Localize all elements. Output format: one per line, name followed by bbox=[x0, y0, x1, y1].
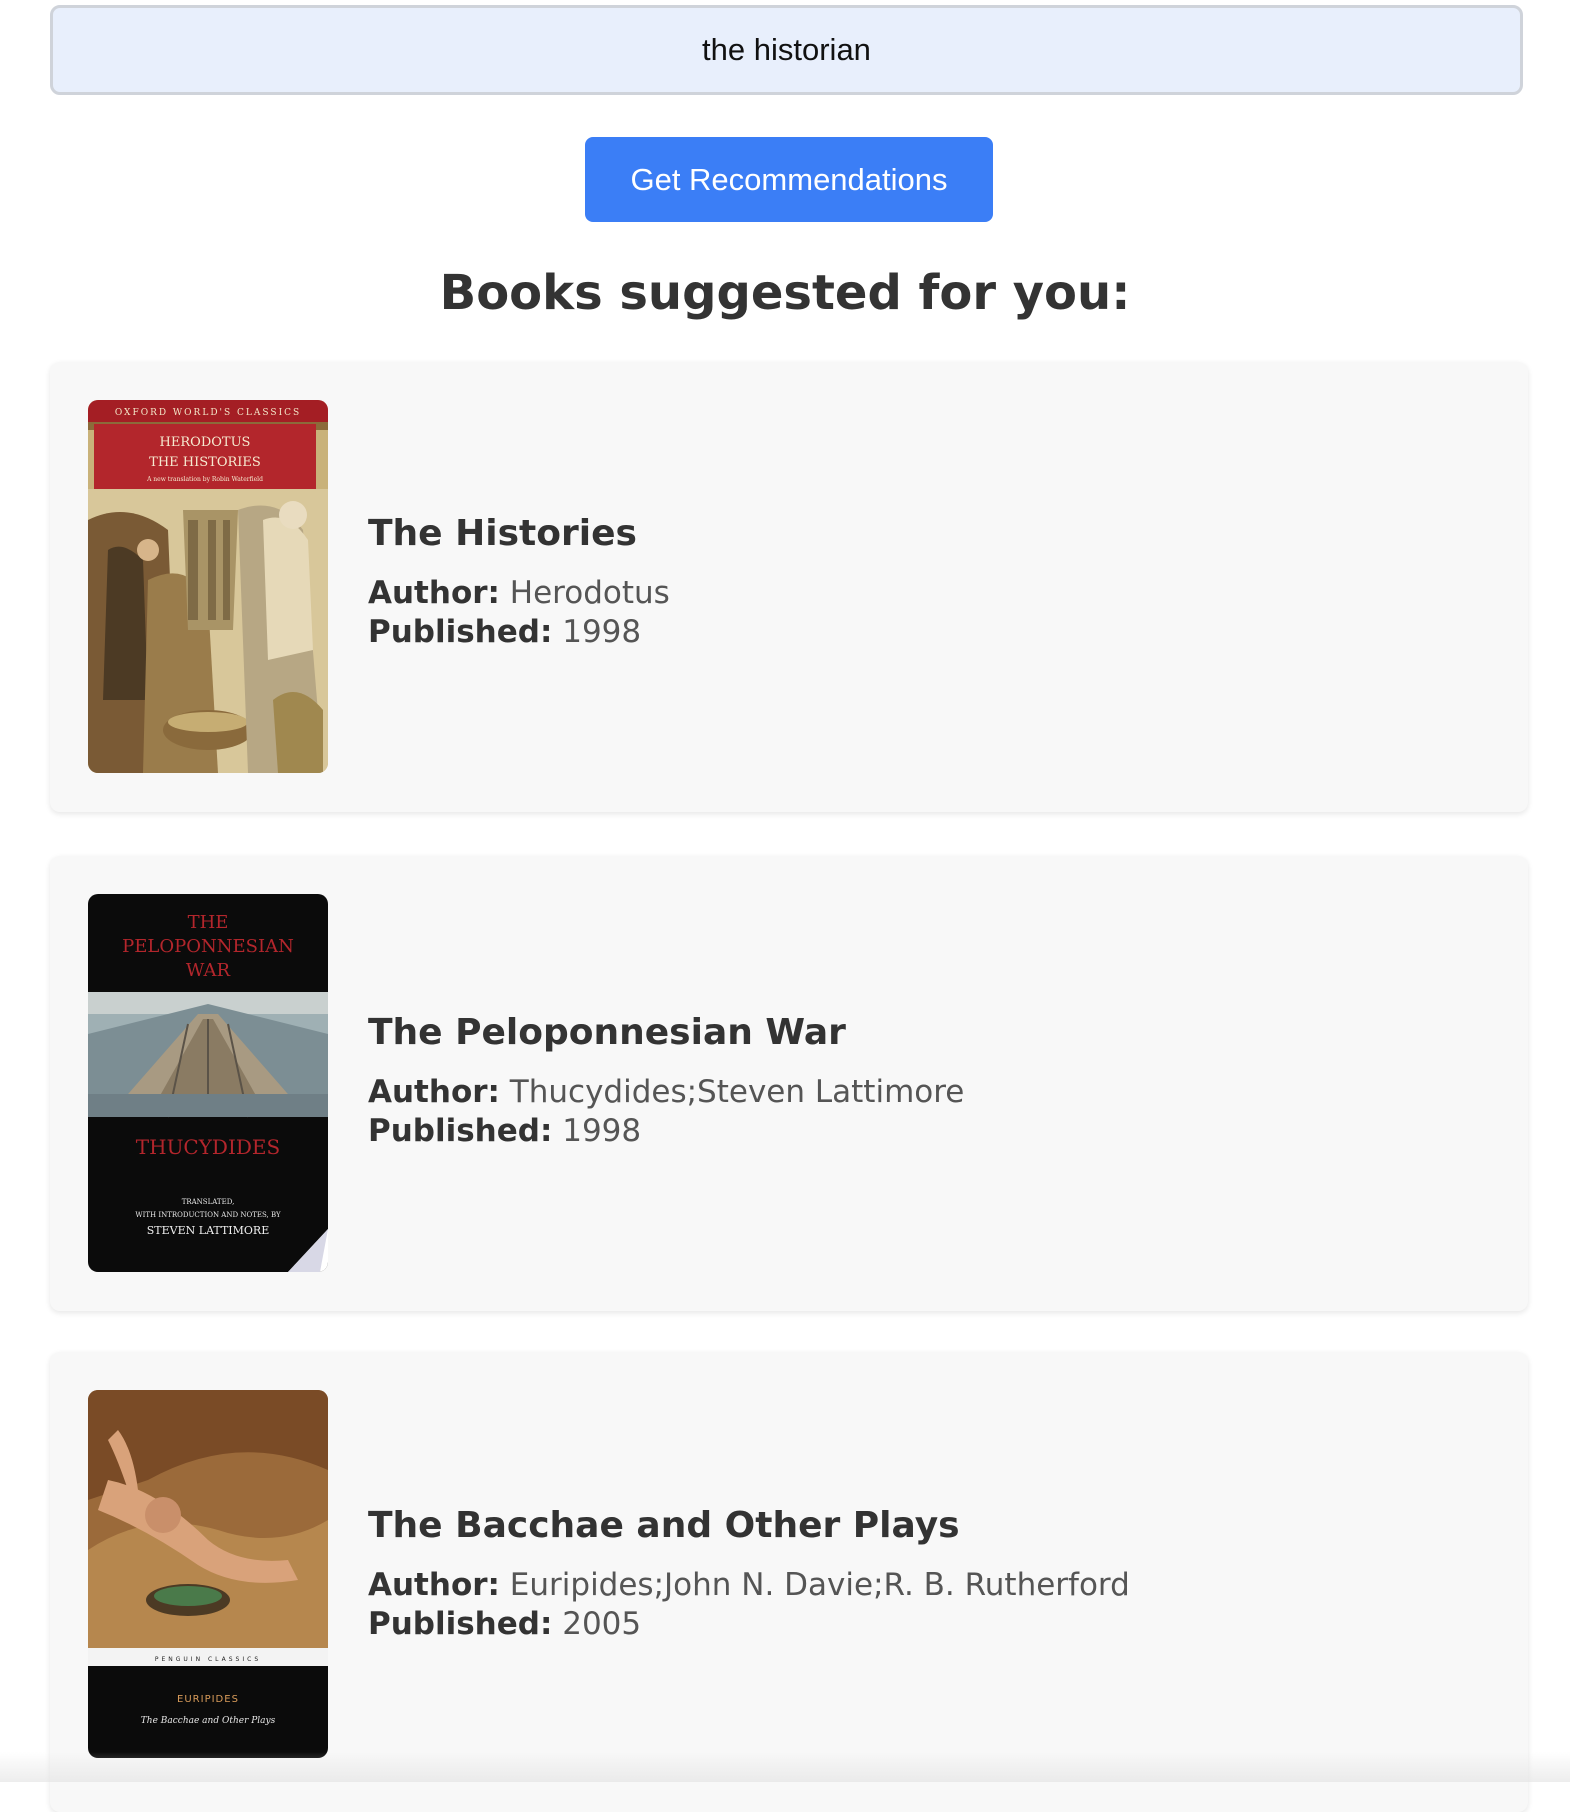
cover-credit-line2: WITH INTRODUCTION AND NOTES, BY bbox=[135, 1211, 281, 1219]
book-info: The Peloponnesian War Author: Thucydides… bbox=[368, 1011, 964, 1151]
histories-cover-art: OXFORD WORLD'S CLASSICS HERODOTUS THE HI… bbox=[88, 400, 328, 773]
bottom-fade bbox=[0, 1752, 1570, 1782]
book-published-line: Published: 1998 bbox=[368, 1112, 964, 1151]
book-card: THE PELOPONNESIAN WAR THUCYDIDES TRANSLA… bbox=[50, 856, 1528, 1311]
cover-credit-line3: STEVEN LATTIMORE bbox=[147, 1224, 269, 1237]
cover-title-text: The Bacchae and Other Plays bbox=[141, 1716, 276, 1726]
bacchae-cover-art: PENGUIN CLASSICS EURIPIDES The Bacchae a… bbox=[88, 1390, 328, 1758]
cover-series-text: OXFORD WORLD'S CLASSICS bbox=[115, 408, 301, 418]
book-author-line: Author: Euripides;John N. Davie;R. B. Ru… bbox=[368, 1566, 1130, 1605]
search-input[interactable] bbox=[53, 7, 1520, 93]
cover-author-text: HERODOTUS bbox=[160, 435, 251, 450]
book-title: The Peloponnesian War bbox=[368, 1012, 846, 1053]
cover-title-text: THE HISTORIES bbox=[149, 455, 261, 470]
book-title: The Bacchae and Other Plays bbox=[368, 1505, 960, 1546]
cover-credit-line1: TRANSLATED, bbox=[182, 1198, 235, 1206]
cover-title-line3: WAR bbox=[186, 960, 231, 981]
book-published-line: Published: 1998 bbox=[368, 613, 670, 652]
book-published: 2005 bbox=[562, 1606, 642, 1642]
book-published: 1998 bbox=[562, 1113, 642, 1149]
cover-subtitle-text: A new translation by Robin Waterfield bbox=[146, 476, 263, 483]
published-label: Published: bbox=[368, 1606, 553, 1642]
published-label: Published: bbox=[368, 614, 553, 650]
peloponnesian-cover-art: THE PELOPONNESIAN WAR THUCYDIDES TRANSLA… bbox=[88, 894, 328, 1272]
book-card: PENGUIN CLASSICS EURIPIDES The Bacchae a… bbox=[50, 1352, 1528, 1812]
book-title: The Histories bbox=[368, 513, 637, 554]
book-info: The Bacchae and Other Plays Author: Euri… bbox=[368, 1504, 1130, 1644]
book-author-line: Author: Thucydides;Steven Lattimore bbox=[368, 1073, 964, 1112]
author-label: Author: bbox=[368, 575, 500, 611]
book-author: Herodotus bbox=[509, 575, 670, 611]
book-author: Thucydides;Steven Lattimore bbox=[509, 1074, 965, 1110]
book-card: OXFORD WORLD'S CLASSICS HERODOTUS THE HI… bbox=[50, 362, 1528, 812]
book-published: 1998 bbox=[562, 614, 642, 650]
published-label: Published: bbox=[368, 1113, 553, 1149]
cover-title-line2: PELOPONNESIAN bbox=[122, 936, 294, 957]
book-published-line: Published: 2005 bbox=[368, 1605, 1130, 1644]
author-label: Author: bbox=[368, 1074, 500, 1110]
cover-title-line1: THE bbox=[188, 912, 229, 933]
page: Get Recommendations Books suggested for … bbox=[0, 0, 1570, 1812]
author-label: Author: bbox=[368, 1567, 500, 1603]
cover-author-text: THUCYDIDES bbox=[136, 1135, 280, 1159]
book-author-line: Author: Herodotus bbox=[368, 574, 670, 613]
search-field-container[interactable] bbox=[50, 5, 1523, 95]
book-author: Euripides;John N. Davie;R. B. Rutherford bbox=[509, 1567, 1130, 1603]
book-cover-image: THE PELOPONNESIAN WAR THUCYDIDES TRANSLA… bbox=[88, 894, 328, 1272]
cover-author-text: EURIPIDES bbox=[177, 1694, 239, 1705]
cover-series-text: PENGUIN CLASSICS bbox=[155, 1656, 261, 1663]
results-heading: Books suggested for you: bbox=[439, 265, 1131, 321]
get-recommendations-button[interactable]: Get Recommendations bbox=[585, 137, 993, 222]
book-info: The Histories Author: Herodotus Publishe… bbox=[368, 512, 670, 652]
book-cover-image: PENGUIN CLASSICS EURIPIDES The Bacchae a… bbox=[88, 1390, 328, 1758]
book-cover-image: OXFORD WORLD'S CLASSICS HERODOTUS THE HI… bbox=[88, 400, 328, 773]
